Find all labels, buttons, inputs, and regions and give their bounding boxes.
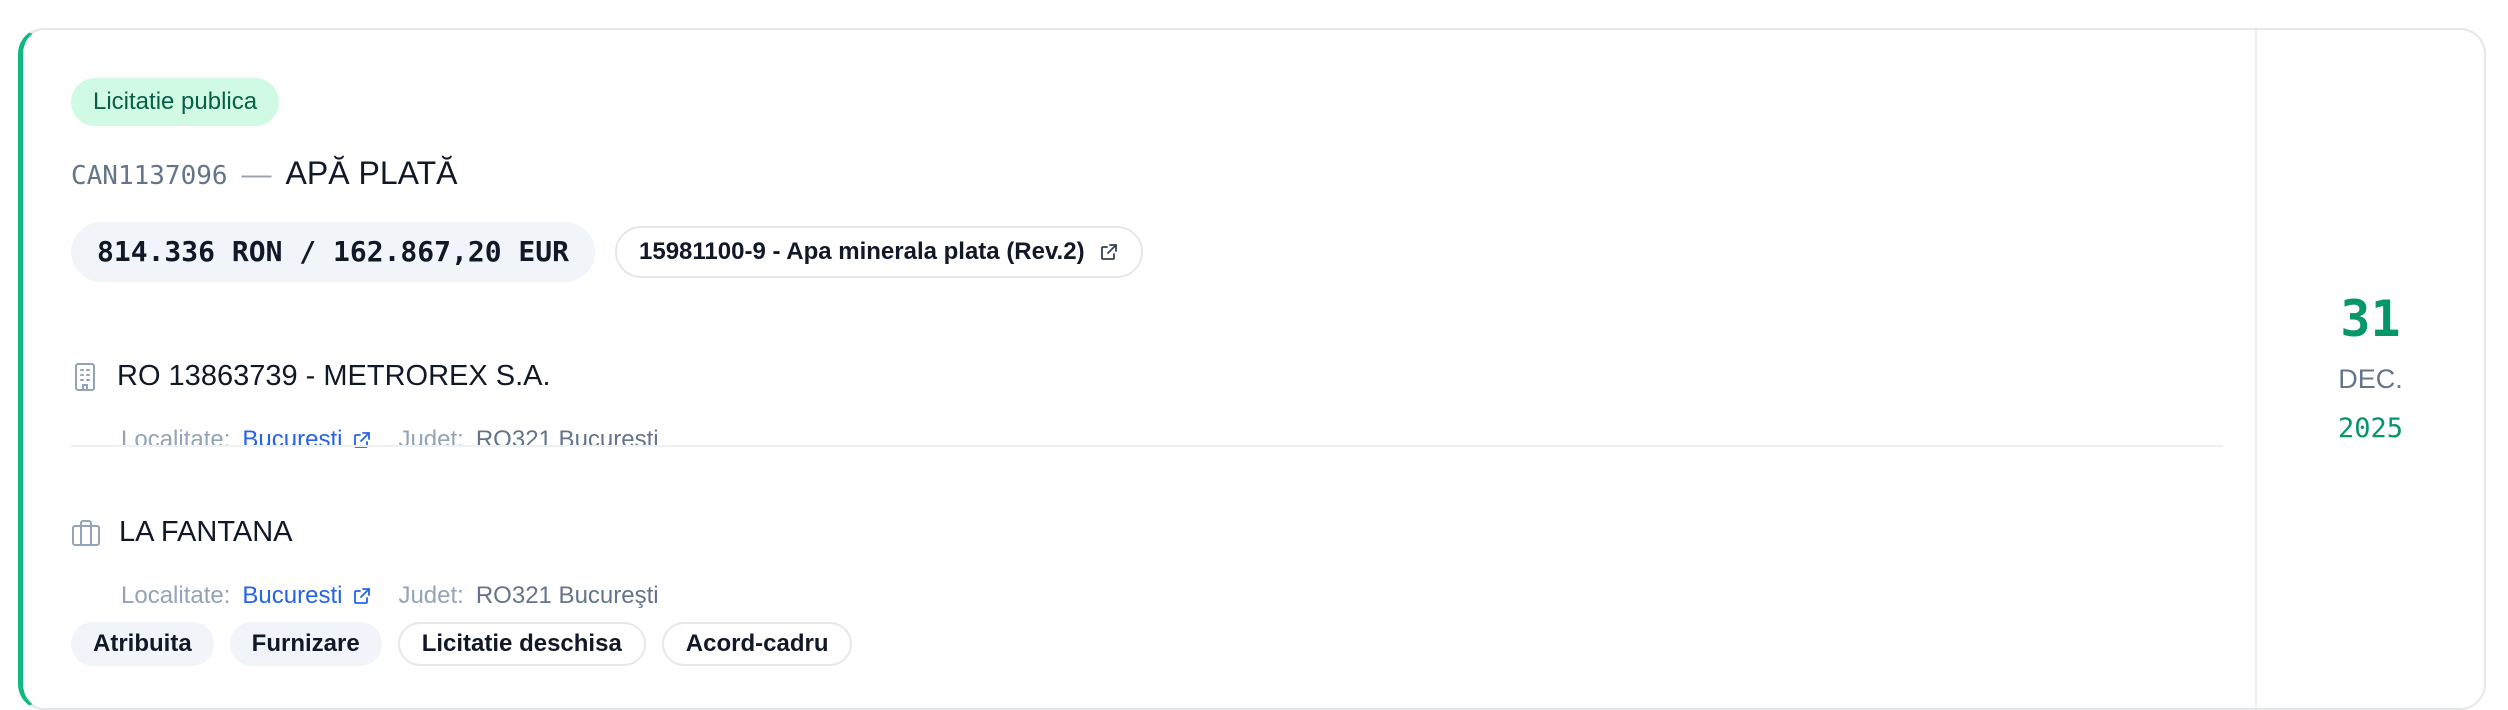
date-month: DEC. [2338, 364, 2403, 394]
tag-procedure[interactable]: Licitatie deschisa [397, 622, 646, 666]
authority-location: Localitate: Bucuresti Judet: RO321 Bucur… [121, 426, 659, 454]
county-label: Judet: [398, 426, 464, 453]
tag-status[interactable]: Atribuita [71, 622, 214, 666]
county-label: Judet: [398, 582, 464, 609]
authority-locality-link[interactable]: Bucuresti [242, 426, 342, 454]
external-link-icon [1100, 244, 1117, 260]
locality-label: Localitate: [121, 426, 231, 453]
contract-card[interactable]: Licitatie publica CAN1137096 — APĂ PLATĂ… [18, 28, 2486, 710]
external-link-icon[interactable] [352, 430, 372, 450]
external-link-icon[interactable] [352, 586, 372, 606]
cpv-label: 15981100-9 - Apa minerala plata (Rev.2) [639, 238, 1085, 265]
date-panel: 31 DEC. 2025 [2255, 30, 2484, 708]
tag-contract-type[interactable]: Furnizare [229, 622, 382, 666]
date-day: 31 [2340, 290, 2401, 348]
authority-row: RO 13863739 - METROREX S.A. [71, 360, 551, 393]
tag-framework[interactable]: Acord-cadru [661, 622, 853, 666]
notice-code: CAN1137096 [71, 161, 228, 191]
card-main: Licitatie publica CAN1137096 — APĂ PLATĂ… [23, 30, 2255, 708]
briefcase-icon [72, 519, 100, 546]
authority-name[interactable]: RO 13863739 - METROREX S.A. [117, 360, 551, 393]
cpv-code-link[interactable]: 15981100-9 - Apa minerala plata (Rev.2) [615, 226, 1143, 278]
notice-title-row: CAN1137096 — APĂ PLATĂ [71, 155, 457, 192]
authority-county: RO321 Bucuresti [475, 426, 659, 453]
supplier-name[interactable]: LA FANTANA [119, 516, 293, 549]
contract-value: 814.336 RON / 162.867,20 EUR [71, 222, 596, 282]
date-year: 2025 [2337, 413, 2404, 444]
supplier-county: RO321 Bucureşti [475, 582, 659, 609]
notice-title[interactable]: APĂ PLATĂ [286, 155, 458, 192]
procedure-type-badge: Licitatie publica [71, 78, 280, 126]
locality-label: Localitate: [121, 582, 231, 609]
title-separator: — [241, 158, 272, 191]
supplier-location: Localitate: Bucuresti Judet: RO321 Bucur… [121, 582, 659, 610]
supplier-row: LA FANTANA [71, 516, 293, 549]
building-icon [75, 362, 95, 391]
tag-list: Atribuita Furnizare Licitatie deschisa A… [71, 622, 868, 666]
section-divider [71, 445, 2223, 447]
supplier-locality-link[interactable]: Bucuresti [242, 582, 342, 610]
